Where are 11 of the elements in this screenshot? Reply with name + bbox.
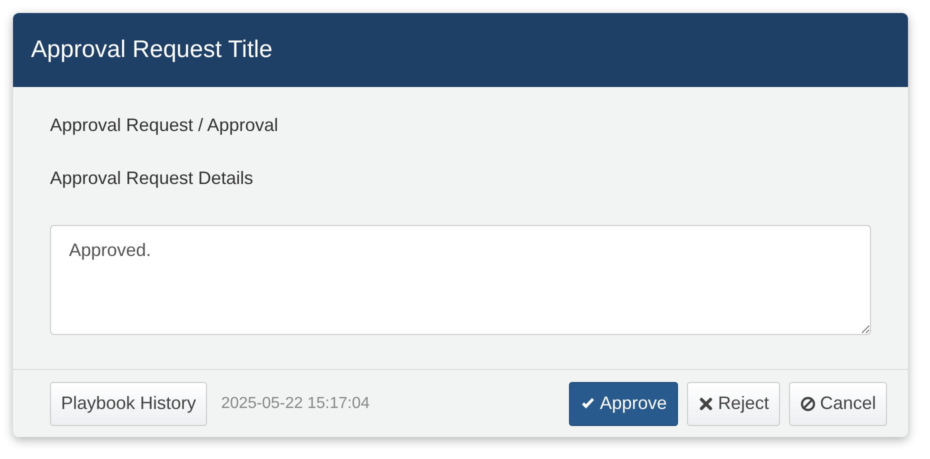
ban-icon — [800, 396, 816, 412]
breadcrumb-text: Approval Request / Approval — [50, 114, 280, 137]
playbook-history-button[interactable]: Playbook History — [50, 382, 208, 426]
timestamp-text: 2025-05-22 15:17:04 — [221, 394, 370, 412]
dialog-title: Approval Request Title — [31, 36, 272, 64]
cancel-button[interactable]: Cancel — [788, 382, 887, 426]
approve-button[interactable]: Approve — [568, 382, 678, 426]
reject-button[interactable]: Reject — [686, 382, 780, 426]
details-text: Approval Request Details — [50, 167, 254, 190]
close-icon — [698, 396, 714, 412]
comment-field[interactable]: Approved. — [50, 225, 871, 335]
